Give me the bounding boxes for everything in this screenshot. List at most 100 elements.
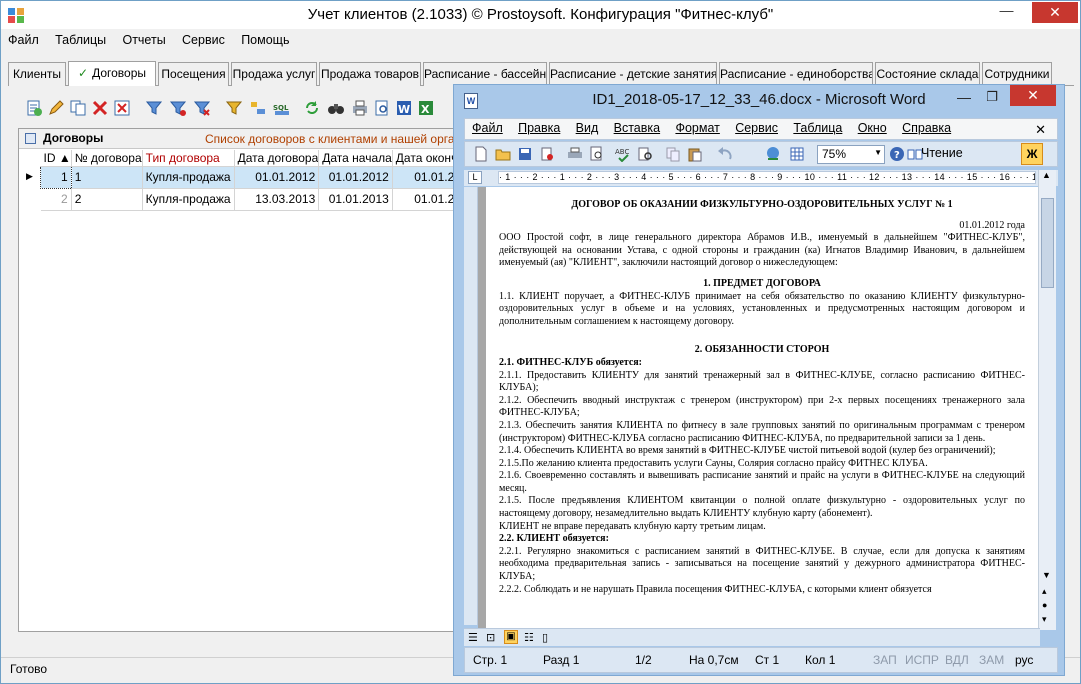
export-word-icon[interactable]: W — [395, 99, 413, 117]
research-icon[interactable] — [637, 146, 653, 162]
cell-number[interactable]: 2 — [71, 188, 143, 211]
print-preview-icon[interactable] — [589, 146, 605, 162]
cell-type[interactable]: Купля-продажа — [142, 166, 235, 189]
edit-record-icon[interactable] — [47, 99, 65, 117]
refresh-icon[interactable] — [303, 99, 321, 117]
cell-id[interactable]: 1 — [40, 165, 72, 189]
print-icon[interactable] — [567, 146, 583, 162]
menu-tables[interactable]: Таблицы — [48, 30, 112, 47]
sql-icon[interactable]: SQL — [273, 99, 291, 117]
cell-number[interactable]: 1 — [71, 166, 143, 189]
save-icon[interactable] — [517, 146, 533, 162]
delete-record-icon[interactable] — [91, 99, 109, 117]
scroll-thumb[interactable] — [1041, 198, 1054, 288]
preview-icon[interactable] — [373, 99, 391, 117]
spelling-icon[interactable]: ABC — [615, 146, 631, 162]
column-header-type[interactable]: Тип договора — [142, 150, 235, 167]
export-excel-icon[interactable]: X — [417, 99, 435, 117]
zoom-select[interactable]: 75% ▼ — [817, 145, 885, 164]
filter-advanced-icon[interactable] — [225, 99, 243, 117]
word-menu-edit[interactable]: Правка — [511, 119, 565, 135]
status-record-macro[interactable]: ЗАП — [873, 653, 897, 667]
column-header-start[interactable]: Дата начала — [318, 150, 393, 167]
print-icon[interactable] — [351, 99, 369, 117]
table-row[interactable]: 2 2 Купля-продажа 13.03.2013 01.01.2013 … — [40, 188, 472, 211]
minimize-button[interactable]: — — [993, 3, 1020, 24]
scroll-down-icon[interactable]: ▼ — [1042, 570, 1051, 580]
scroll-up-icon[interactable]: ▲ — [1042, 170, 1051, 180]
status-extend[interactable]: ВДЛ — [945, 653, 969, 667]
status-overtype[interactable]: ЗАМ — [979, 653, 1004, 667]
close-button[interactable]: ✕ — [1032, 2, 1078, 23]
tab-stock[interactable]: Состояние склада — [875, 62, 980, 86]
word-menu-help[interactable]: Справка — [895, 119, 956, 135]
help-icon[interactable]: ? — [889, 146, 905, 162]
cell-type[interactable]: Купля-продажа — [142, 188, 235, 211]
horizontal-ruler[interactable]: · 1 · · · 2 · · · 1 · · · 2 · · · 3 · · … — [498, 171, 1036, 184]
menu-help[interactable]: Помощь — [234, 30, 295, 47]
cell-start[interactable]: 01.01.2012 — [318, 166, 393, 189]
cell-id[interactable]: 2 — [40, 188, 72, 211]
next-page-icon[interactable]: ▾ — [1042, 614, 1047, 625]
open-icon[interactable] — [495, 146, 511, 162]
tab-staff[interactable]: Сотрудники — [982, 62, 1052, 86]
group-icon[interactable] — [249, 99, 267, 117]
word-menu-insert[interactable]: Вставка — [607, 119, 665, 135]
column-header-number[interactable]: № договора — [71, 150, 143, 167]
tab-selector[interactable]: L — [468, 171, 482, 184]
reading-view-icon[interactable]: ▯ — [542, 631, 548, 644]
tab-service-sales[interactable]: Продажа услуг — [231, 62, 317, 86]
document-close-button[interactable]: ✕ — [1028, 120, 1051, 138]
menu-file[interactable]: Файл — [1, 30, 45, 47]
vertical-scrollbar[interactable]: ▲ ▼ ▴ ● ▾ — [1038, 170, 1056, 630]
table-icon[interactable] — [789, 146, 805, 162]
reading-mode-button[interactable]: Чтение — [921, 146, 963, 160]
filter-icon[interactable] — [145, 99, 163, 117]
menu-reports[interactable]: Отчеты — [115, 30, 171, 47]
tab-visits[interactable]: Посещения — [158, 62, 229, 86]
tab-schedule-martial[interactable]: Расписание - единоборства — [719, 62, 873, 86]
document-page[interactable]: ДОГОВОР ОБ ОКАЗАНИИ ФИЗКУЛЬТУРНО-ОЗДОРОВ… — [486, 187, 1038, 629]
cell-date[interactable]: 01.01.2012 — [234, 166, 320, 189]
tab-schedule-pool[interactable]: Расписание - бассейн — [423, 62, 547, 86]
word-menu-format[interactable]: Формат — [668, 119, 724, 135]
filter-remove-icon[interactable] — [193, 99, 211, 117]
word-minimize-button[interactable]: — — [954, 89, 974, 105]
word-menu-file[interactable]: Файл — [465, 119, 508, 135]
collapse-icon[interactable] — [25, 133, 36, 144]
horizontal-scrollbar[interactable]: ☰ ⊡ ▣ ☷ ▯ — [464, 628, 1040, 646]
tab-goods-sales[interactable]: Продажа товаров — [319, 62, 421, 86]
find-icon[interactable] — [327, 99, 345, 117]
tab-schedule-kids[interactable]: Расписание - детские занятия — [549, 62, 717, 86]
status-track-changes[interactable]: ИСПР — [905, 653, 939, 667]
hyperlink-icon[interactable] — [765, 146, 781, 162]
filter-add-icon[interactable] — [169, 99, 187, 117]
prev-page-icon[interactable]: ▴ — [1042, 586, 1047, 597]
delete-all-icon[interactable] — [113, 99, 131, 117]
normal-view-icon[interactable]: ☰ — [468, 631, 478, 644]
add-record-icon[interactable] — [25, 99, 43, 117]
tab-contracts[interactable]: ✓ Договоры — [68, 61, 156, 86]
word-menu-table[interactable]: Таблица — [786, 119, 847, 135]
print-layout-icon[interactable]: ▣ — [504, 630, 518, 644]
word-menu-tools[interactable]: Сервис — [728, 119, 783, 135]
column-header-id[interactable]: ID ▲ — [40, 150, 72, 167]
web-view-icon[interactable]: ⊡ — [486, 631, 495, 644]
copy-record-icon[interactable] — [69, 99, 87, 117]
table-row[interactable]: 1 1 Купля-продажа 01.01.2012 01.01.2012 … — [40, 165, 472, 189]
cell-start[interactable]: 01.01.2013 — [318, 188, 393, 211]
copy-icon[interactable] — [665, 146, 681, 162]
word-menu-window[interactable]: Окно — [851, 119, 892, 135]
paste-icon[interactable] — [687, 146, 703, 162]
undo-icon[interactable] — [717, 146, 733, 162]
outline-view-icon[interactable]: ☷ — [524, 631, 534, 644]
new-doc-icon[interactable] — [473, 146, 489, 162]
bold-button[interactable]: Ж — [1021, 143, 1043, 165]
cell-date[interactable]: 13.03.2013 — [234, 188, 320, 211]
tab-clients[interactable]: Клиенты — [8, 62, 66, 86]
word-maximize-button[interactable]: ❐ — [982, 89, 1002, 105]
word-menu-view[interactable]: Вид — [569, 119, 604, 135]
browse-object-icon[interactable]: ● — [1042, 600, 1047, 610]
column-header-date[interactable]: Дата договора — [234, 150, 320, 167]
menu-service[interactable]: Сервис — [175, 30, 231, 47]
